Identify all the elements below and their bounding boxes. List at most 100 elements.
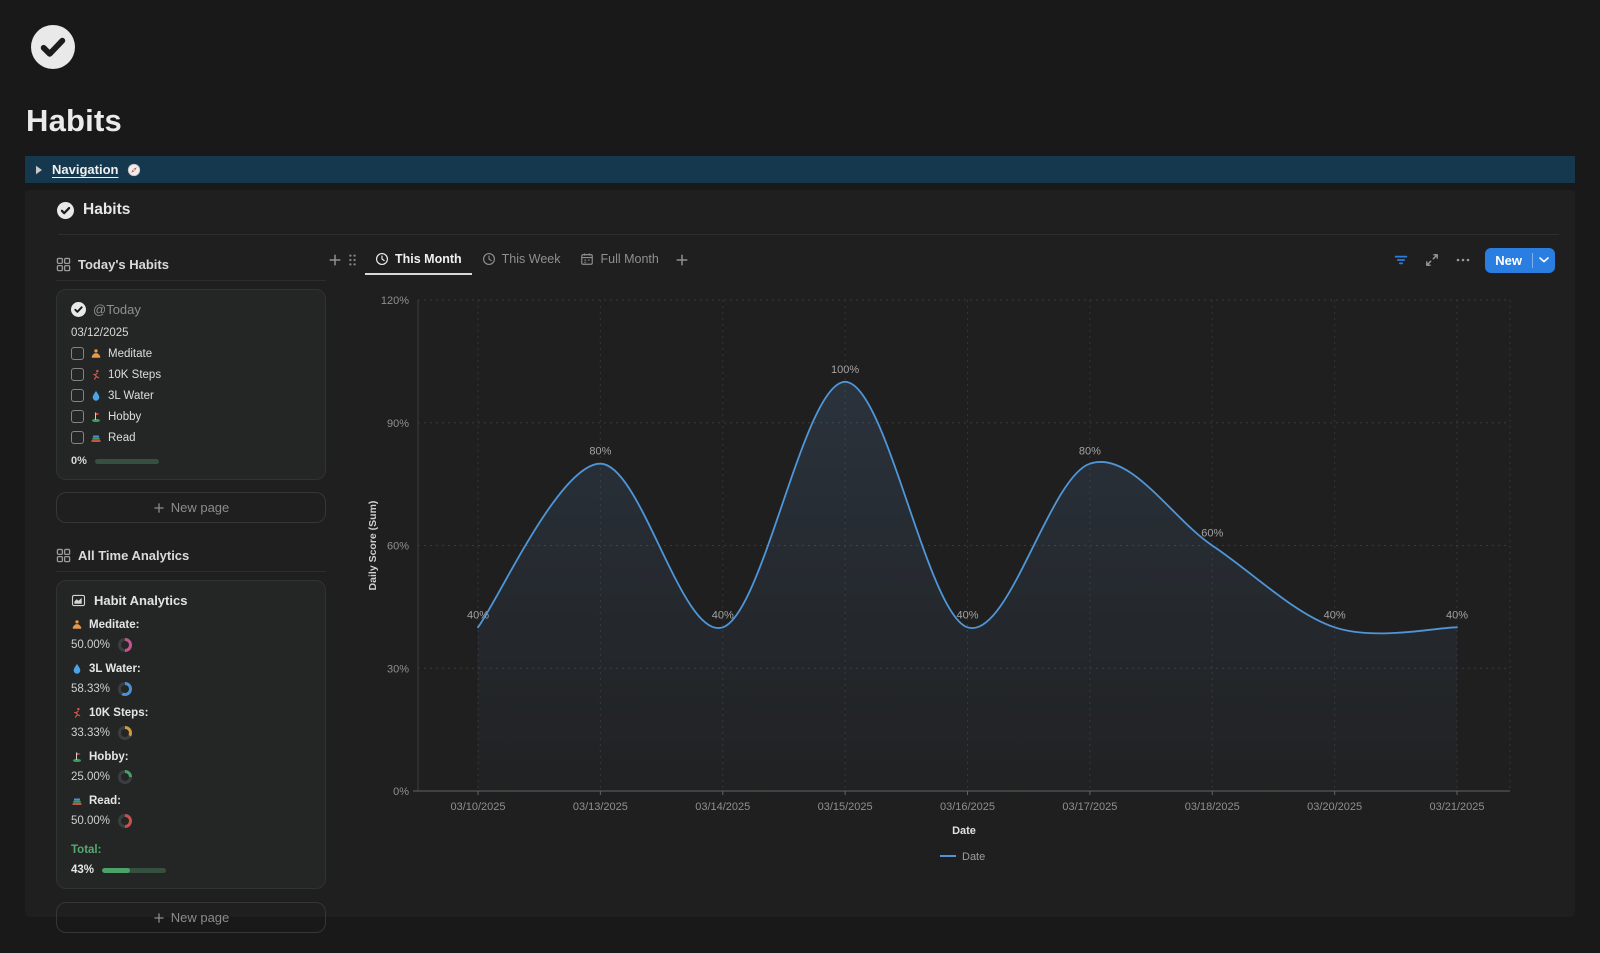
svg-text:03/14/2025: 03/14/2025 (695, 801, 750, 813)
more-options-icon[interactable] (1455, 252, 1471, 268)
tab-label: This Month (395, 252, 462, 266)
habit-analytics-card[interactable]: Habit Analytics Meditate: 50.00% 3L Water:… (56, 580, 326, 889)
analytics-item-label: Meditate: (89, 619, 139, 631)
today-mention: @Today (93, 302, 141, 317)
today-habits-title: Today's Habits (78, 257, 169, 272)
habits-page: Habits Navigation Habits Today's Habits … (0, 0, 1600, 953)
total-label: Total: (71, 844, 311, 856)
svg-text:80%: 80% (1079, 446, 1101, 458)
runner-icon (90, 369, 102, 381)
svg-text:03/20/2025: 03/20/2025 (1307, 801, 1362, 813)
triangle-right-icon (35, 165, 43, 175)
section-divider (58, 234, 1559, 235)
person-meditating-icon (71, 619, 83, 631)
progress-ring (118, 814, 132, 828)
svg-text:03/18/2025: 03/18/2025 (1185, 801, 1240, 813)
new-button-label[interactable]: New (1485, 253, 1532, 268)
svg-text:40%: 40% (956, 609, 978, 621)
habit-checkbox[interactable] (71, 410, 84, 423)
analytics-item-value-row: 58.33% (71, 682, 311, 696)
svg-text:03/15/2025: 03/15/2025 (818, 801, 873, 813)
svg-text:40%: 40% (1324, 609, 1346, 621)
daily-progress: 0% (71, 455, 311, 467)
calendar-icon (580, 252, 594, 266)
navigation-toggle[interactable]: Navigation (25, 156, 1575, 183)
today-mention-row: @Today (71, 302, 311, 317)
analytics-item-value: 33.33% (71, 727, 110, 739)
golf-flag-icon (71, 751, 83, 763)
today-habit-card[interactable]: @Today 03/12/2025 Meditate 10K Steps 3L Wa… (56, 289, 326, 480)
analytics-item-value: 25.00% (71, 771, 110, 783)
plus-icon (153, 912, 165, 924)
gallery-grid-icon (56, 548, 71, 563)
new-page-button[interactable]: New page (56, 492, 326, 523)
total-value: 43% (71, 864, 94, 876)
compass-icon (127, 163, 141, 177)
today-habits-header: Today's Habits (56, 253, 326, 275)
drag-handle-icon[interactable] (348, 253, 357, 267)
navigation-toggle-label[interactable]: Navigation (52, 162, 118, 177)
svg-text:100%: 100% (831, 364, 859, 376)
section-title: Habits (83, 201, 130, 219)
habit-checkbox[interactable] (71, 431, 84, 444)
books-icon (71, 795, 83, 807)
analytics-item-label-row: 3L Water: (71, 663, 311, 675)
left-column: Today's Habits @Today 03/12/2025 Meditat… (56, 245, 326, 933)
tab-this-week[interactable]: This Week (472, 245, 571, 275)
analytics-item-value-row: 50.00% (71, 814, 311, 828)
filter-icon[interactable] (1393, 252, 1409, 268)
new-page-label: New page (171, 910, 230, 925)
daily-progress-bar (95, 459, 159, 464)
expand-icon[interactable] (1424, 252, 1440, 268)
add-block-plus-icon[interactable] (328, 253, 342, 267)
new-button[interactable]: New (1485, 248, 1555, 273)
habit-row: 10K Steps (71, 368, 311, 381)
daily-progress-label: 0% (71, 455, 87, 467)
check-circle-icon (57, 202, 74, 219)
analytics-item-value: 50.00% (71, 815, 110, 827)
gallery-grid-icon (56, 257, 71, 272)
progress-ring (118, 682, 132, 696)
tab-full-month[interactable]: Full Month (570, 245, 668, 275)
analytics-title-row: Habit Analytics (71, 593, 311, 608)
analytics-item-label: Hobby: (89, 751, 129, 763)
tab-label: This Week (502, 252, 561, 266)
analytics-item-value: 58.33% (71, 683, 110, 695)
habit-label: Meditate (108, 348, 152, 360)
svg-text:60%: 60% (387, 541, 409, 553)
habits-panel: Habits Today's Habits @Today 03/12/2025 … (25, 190, 1575, 917)
habit-label: 3L Water (108, 390, 154, 402)
habit-row: Read (71, 431, 311, 444)
habit-label: Read (108, 432, 136, 444)
habit-checkbox[interactable] (71, 389, 84, 402)
analytics-item-value-row: 25.00% (71, 770, 311, 784)
divider (56, 280, 326, 281)
app-logo-check-icon (31, 25, 75, 69)
total-progress-bar (102, 868, 166, 873)
golf-flag-icon (90, 411, 102, 423)
svg-text:30%: 30% (387, 663, 409, 675)
new-page-label: New page (171, 500, 230, 515)
clock-icon (375, 252, 389, 266)
tab-this-month[interactable]: This Month (365, 245, 472, 275)
svg-text:0%: 0% (393, 786, 409, 798)
habit-checkbox[interactable] (71, 368, 84, 381)
analytics-item-value-row: 50.00% (71, 638, 311, 652)
analytics-item-label-row: Read: (71, 795, 311, 807)
habit-checkbox[interactable] (71, 347, 84, 360)
analytics-item-label: 3L Water: (89, 663, 141, 675)
svg-text:03/13/2025: 03/13/2025 (573, 801, 628, 813)
new-page-button[interactable]: New page (56, 902, 326, 933)
card-date: 03/12/2025 (71, 327, 311, 339)
habit-score-chart: 0%30%60%90%120%03/10/202503/13/202503/14… (360, 285, 1570, 875)
analytics-item-value: 50.00% (71, 639, 110, 651)
all-time-analytics-title: All Time Analytics (78, 548, 189, 563)
svg-text:40%: 40% (712, 609, 734, 621)
chevron-down-icon[interactable] (1533, 257, 1555, 263)
add-view-plus-icon[interactable] (675, 253, 689, 267)
analytics-item-label-row: Hobby: (71, 751, 311, 763)
habit-row: Hobby (71, 410, 311, 423)
svg-text:Date: Date (952, 825, 976, 837)
books-icon (90, 432, 102, 444)
view-tabs: This Month This Week Full Month (365, 245, 669, 275)
